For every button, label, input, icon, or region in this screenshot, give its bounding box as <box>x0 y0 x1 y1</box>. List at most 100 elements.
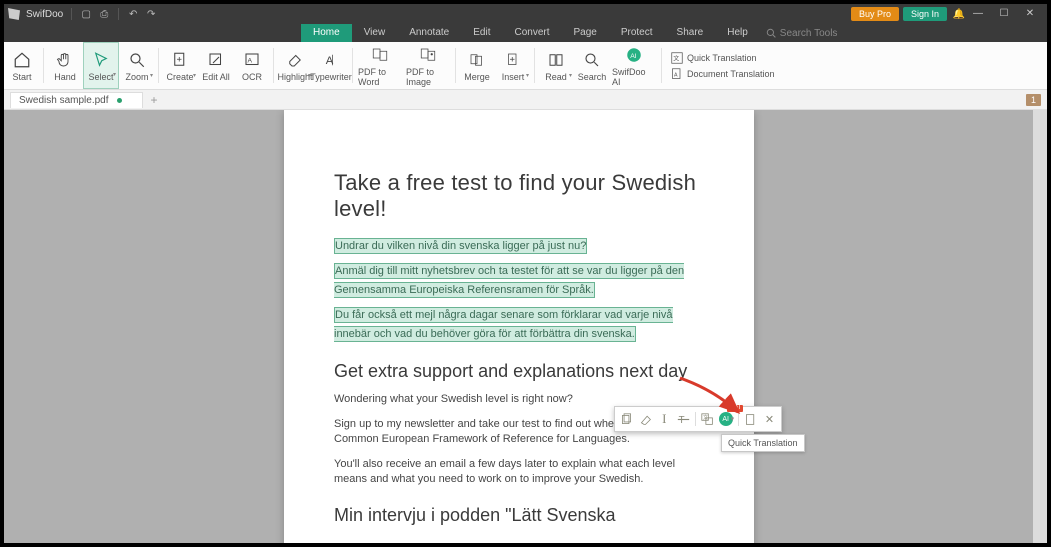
svg-text:T: T <box>678 414 684 425</box>
mini-blank-page-button[interactable] <box>743 411 758 427</box>
app-logo-icon <box>8 8 20 20</box>
menu-share[interactable]: Share <box>665 24 716 42</box>
search-icon <box>583 51 601 69</box>
document-page: Take a free test to find your Swedish le… <box>284 110 754 543</box>
zoom-button[interactable]: Zoom▾ <box>119 42 155 89</box>
mini-quick-translation-button[interactable]: 文 <box>700 411 715 427</box>
insert-icon <box>504 51 522 69</box>
ocr-button[interactable]: A OCR <box>234 42 270 89</box>
unsaved-dot-icon <box>117 98 122 103</box>
menu-convert[interactable]: Convert <box>502 24 561 42</box>
typewriter-button[interactable]: A Typewriter <box>313 42 349 89</box>
svg-text:文: 文 <box>673 54 679 62</box>
doc-heading-2: Get extra support and explanations next … <box>334 361 704 382</box>
swifdoo-ai-button[interactable]: AI SwifDoo AI <box>610 42 658 89</box>
undo-icon[interactable]: ↶ <box>127 8 139 20</box>
svg-text:文: 文 <box>703 414 708 421</box>
document-viewport: Take a free test to find your Swedish le… <box>4 110 1047 543</box>
mini-copy-button[interactable] <box>619 411 634 427</box>
search-icon <box>766 28 776 38</box>
translate-icon: 文 <box>671 52 683 64</box>
pdf-word-icon <box>371 46 389 64</box>
mini-text-button[interactable]: I <box>657 411 672 427</box>
cursor-icon <box>92 51 110 69</box>
menu-edit[interactable]: Edit <box>461 24 502 42</box>
doc-paragraph-1: Wondering what your Swedish level is rig… <box>334 392 704 407</box>
title-bar: SwifDoo ▢ ⎙ ↶ ↷ Buy Pro Sign In 🔔 ― ☐ ✕ <box>4 4 1047 24</box>
typewriter-icon: A <box>322 51 340 69</box>
tab-title: Swedish sample.pdf <box>19 95 109 106</box>
doc-translate-icon: A <box>671 68 683 80</box>
pdf-to-word-button[interactable]: PDF to Word <box>356 42 404 89</box>
doc-heading-3: Min intervju i podden "Lätt Svenska <box>334 505 704 526</box>
merge-button[interactable]: Merge <box>459 42 495 89</box>
menu-protect[interactable]: Protect <box>609 24 665 42</box>
highlighted-text-3[interactable]: Du får också ett mejl några dagar senare… <box>334 305 704 343</box>
print-icon[interactable]: ⎙ <box>98 8 110 20</box>
hand-button[interactable]: Hand <box>47 42 83 89</box>
insert-button[interactable]: Insert▾ <box>495 42 531 89</box>
ribbon-toolbar: Start Hand Select▾ Zoom▾ Create▾ <box>4 42 1047 90</box>
select-button[interactable]: Select▾ <box>83 42 119 89</box>
highlighted-text-1[interactable]: Undrar du vilken nivå din svenska ligger… <box>334 236 704 255</box>
blank-page-icon <box>744 413 757 426</box>
search-tools-box[interactable]: Search Tools <box>760 24 844 42</box>
document-translation-link[interactable]: A Document Translation <box>671 68 775 80</box>
strikethrough-icon: T <box>677 413 690 426</box>
mini-highlight-button[interactable] <box>638 411 653 427</box>
new-tab-button[interactable]: + <box>151 93 158 107</box>
minimize-button[interactable]: ― <box>965 6 991 22</box>
sign-in-button[interactable]: Sign In <box>903 7 947 21</box>
close-window-button[interactable]: ✕ <box>1017 6 1043 22</box>
redo-icon[interactable]: ↷ <box>145 8 157 20</box>
home-icon <box>13 51 31 69</box>
highlight-pen-icon <box>639 413 652 426</box>
edit-all-icon <box>207 51 225 69</box>
read-button[interactable]: Read▾ <box>538 42 574 89</box>
ocr-icon: A <box>243 51 261 69</box>
mini-ai-button[interactable]: AI ▾ HOT <box>719 411 735 427</box>
save-icon[interactable]: ▢ <box>80 8 92 20</box>
ai-icon: AI <box>625 46 643 64</box>
zoom-icon <box>128 51 146 69</box>
menu-help[interactable]: Help <box>715 24 760 42</box>
app-window: SwifDoo ▢ ⎙ ↶ ↷ Buy Pro Sign In 🔔 ― ☐ ✕ … <box>0 0 1051 547</box>
menu-view[interactable]: View <box>352 24 398 42</box>
document-tabs: Swedish sample.pdf + 1 <box>4 90 1047 110</box>
highlight-button[interactable]: Highlight▾ <box>277 42 313 89</box>
menu-annotate[interactable]: Annotate <box>397 24 461 42</box>
hand-icon <box>56 51 74 69</box>
quick-translation-link[interactable]: 文 Quick Translation <box>671 52 775 64</box>
pdf-image-icon <box>419 46 437 64</box>
maximize-button[interactable]: ☐ <box>991 6 1017 22</box>
read-icon <box>547 51 565 69</box>
chevron-down-icon: ▾ <box>731 415 735 423</box>
search-tools-placeholder: Search Tools <box>780 28 838 39</box>
pdf-to-image-button[interactable]: PDF to Image <box>404 42 452 89</box>
hot-badge: HOT <box>727 405 744 412</box>
edit-all-button[interactable]: Edit All <box>198 42 234 89</box>
selection-mini-toolbar: I T 文 AI ▾ HOT ✕ <box>614 406 782 432</box>
tab-active[interactable]: Swedish sample.pdf <box>10 92 143 108</box>
buy-pro-button[interactable]: Buy Pro <box>851 7 899 21</box>
menu-page[interactable]: Page <box>561 24 608 42</box>
translate-icon: 文 <box>701 413 714 426</box>
menu-home[interactable]: Home <box>301 24 352 42</box>
search-button[interactable]: Search <box>574 42 610 89</box>
merge-icon <box>468 51 486 69</box>
doc-paragraph-3: You'll also receive an email a few days … <box>334 457 704 487</box>
vertical-scrollbar[interactable] <box>1033 110 1047 543</box>
create-icon <box>171 51 189 69</box>
start-button[interactable]: Start <box>4 42 40 89</box>
highlighted-text-2[interactable]: Anmäl dig till mitt nyhetsbrev och ta te… <box>334 261 704 299</box>
bell-icon[interactable]: 🔔 <box>953 8 965 20</box>
mini-close-button[interactable]: ✕ <box>762 411 777 427</box>
highlight-icon <box>286 51 304 69</box>
quick-translation-tooltip: Quick Translation <box>721 434 805 452</box>
doc-heading-1: Take a free test to find your Swedish le… <box>334 170 704 222</box>
app-name: SwifDoo <box>26 9 63 20</box>
mini-strikethrough-button[interactable]: T <box>676 411 691 427</box>
create-button[interactable]: Create▾ <box>162 42 198 89</box>
page-indicator: 1 <box>1026 94 1041 106</box>
svg-text:AI: AI <box>630 53 637 60</box>
